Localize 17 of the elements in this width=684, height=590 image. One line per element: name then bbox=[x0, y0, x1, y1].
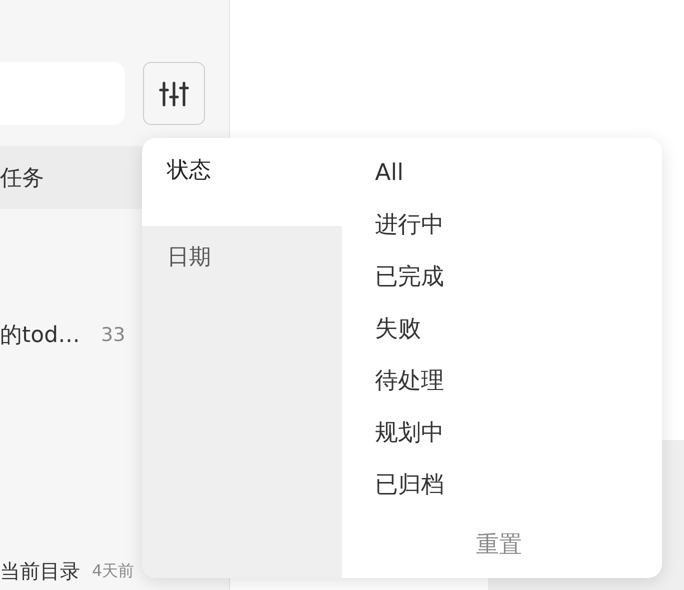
task-title: 的tod… bbox=[0, 322, 80, 350]
task-title: 当前目录 bbox=[0, 558, 80, 585]
status-option[interactable]: 规划中 bbox=[375, 418, 662, 470]
sliders-icon bbox=[159, 80, 189, 106]
status-option[interactable]: 待处理 bbox=[375, 366, 662, 418]
header-title: 任务 bbox=[0, 164, 44, 192]
status-option[interactable]: 已完成 bbox=[375, 262, 662, 314]
status-option[interactable]: 进行中 bbox=[375, 210, 662, 262]
status-option[interactable]: 已归档 bbox=[375, 470, 662, 522]
status-option[interactable]: All bbox=[375, 158, 662, 210]
reset-button[interactable]: 重置 bbox=[468, 525, 530, 564]
status-option[interactable]: 失败 bbox=[375, 314, 662, 366]
filter-button[interactable] bbox=[143, 62, 205, 125]
task-time: 33 bbox=[101, 324, 126, 346]
task-time: 4天前 bbox=[92, 561, 134, 582]
filter-category[interactable]: 日期 bbox=[142, 226, 342, 578]
filter-category[interactable]: 状态 bbox=[142, 138, 342, 226]
